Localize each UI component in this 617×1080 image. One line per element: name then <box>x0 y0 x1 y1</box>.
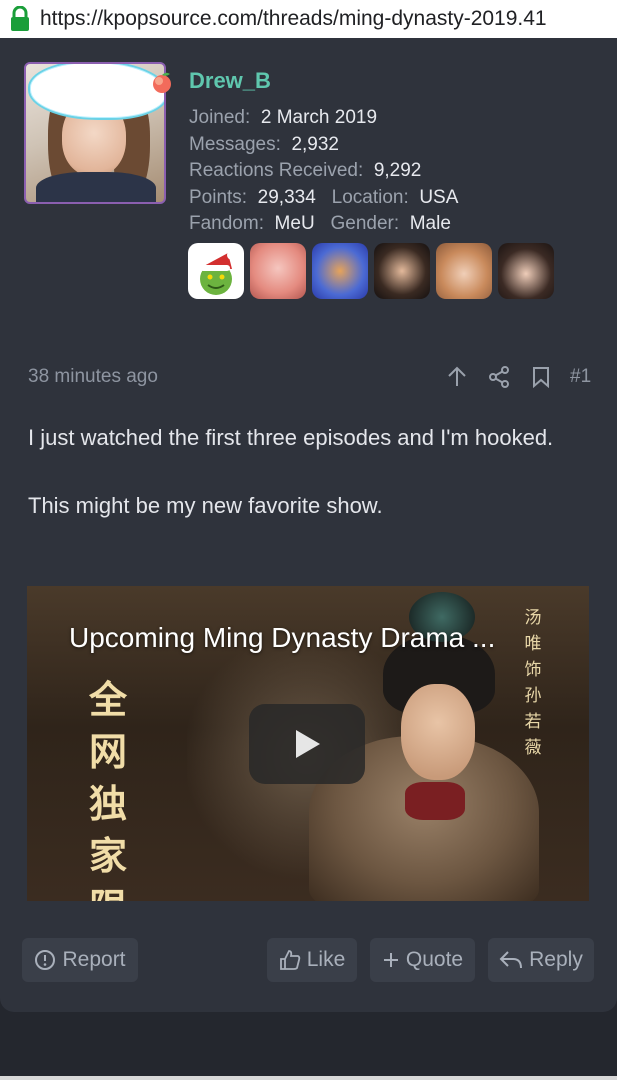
alert-circle-icon <box>35 950 56 970</box>
joined-value: 2 March 2019 <box>260 107 378 128</box>
report-button[interactable]: Report <box>22 938 138 982</box>
badge-member-4[interactable] <box>374 243 430 299</box>
video-embed[interactable]: 全 网 独 家 限 汤 唯 饰 孙 若 薇 Upcoming Ming Dyna… <box>27 586 589 901</box>
post-body: I just watched the first three episodes … <box>28 422 588 522</box>
plus-icon <box>383 953 398 967</box>
location-label: Location: <box>331 187 409 208</box>
play-icon <box>296 730 320 758</box>
reactions-value: 9,292 <box>373 160 422 181</box>
points-label: Points: <box>189 187 248 208</box>
gender-value: Male <box>409 213 451 234</box>
post-time[interactable]: 38 minutes ago <box>28 366 158 388</box>
url-text[interactable]: https://kpopsource.com/threads/ming-dyna… <box>40 7 610 31</box>
like-button[interactable]: Like <box>267 938 357 982</box>
reactions-row: Reactions Received: 9,292 <box>189 160 421 182</box>
username[interactable]: Drew_B <box>189 68 271 94</box>
post-paragraph-1: I just watched the first three episodes … <box>28 425 554 450</box>
post-meta-actions: #1 <box>436 362 591 392</box>
reply-arrow-icon <box>499 951 523 969</box>
video-right-caption: 汤 唯 饰 孙 若 薇 <box>520 606 546 760</box>
video-left-calligraphy: 全 网 独 家 限 <box>85 676 131 901</box>
reply-button[interactable]: Reply <box>488 938 594 982</box>
arrow-up-icon[interactable] <box>436 362 478 392</box>
next-post-edge <box>0 1076 617 1080</box>
fandom-label: Fandom: <box>189 213 264 234</box>
messages-label: Messages: <box>189 134 281 155</box>
reply-label: Reply <box>529 948 583 971</box>
video-char: 限 <box>85 884 131 901</box>
video-char: 薇 <box>524 738 542 758</box>
video-char: 全 <box>88 677 127 722</box>
fandom-row: Fandom: MeU Gender: Male <box>189 213 451 235</box>
badge-member-6[interactable] <box>498 243 554 299</box>
avatar-shirt <box>36 172 156 202</box>
share-icon[interactable] <box>478 362 520 392</box>
badge-member-5[interactable] <box>436 243 492 299</box>
lock-icon <box>0 6 40 32</box>
video-char: 汤 <box>524 608 542 628</box>
video-char: 家 <box>88 833 127 878</box>
video-face <box>401 684 475 780</box>
joined-label: Joined: <box>189 107 251 128</box>
quote-button[interactable]: Quote <box>370 938 475 982</box>
points-value: 29,334 <box>257 187 316 208</box>
video-char: 孙 <box>524 686 542 706</box>
post-number[interactable]: #1 <box>570 366 591 388</box>
badge-grinch[interactable] <box>188 243 244 299</box>
avatar-cloud-overlay <box>28 64 164 120</box>
page-gap <box>0 1012 617 1076</box>
video-red-garment <box>405 782 465 820</box>
badge-member-3[interactable] <box>312 243 368 299</box>
like-label: Like <box>306 948 346 971</box>
joined-row: Joined: 2 March 2019 <box>189 107 377 129</box>
points-row: Points: 29,334 Location: USA <box>189 187 458 209</box>
video-title[interactable]: Upcoming Ming Dynasty Drama ... <box>69 622 495 654</box>
location-value: USA <box>419 187 459 208</box>
url-fade <box>577 0 617 38</box>
report-label: Report <box>62 948 126 971</box>
video-char: 饰 <box>524 660 542 680</box>
messages-value: 2,932 <box>291 134 339 155</box>
badge-member-2[interactable] <box>250 243 306 299</box>
fandom-value: MeU <box>274 213 315 234</box>
video-char: 若 <box>524 712 542 732</box>
reaction-badges <box>188 243 554 299</box>
gender-label: Gender: <box>330 213 400 234</box>
video-char: 独 <box>88 781 127 826</box>
video-char: 唯 <box>524 634 542 654</box>
messages-row: Messages: 2,932 <box>189 134 339 156</box>
reactions-label: Reactions Received: <box>189 160 364 181</box>
peach-icon <box>153 72 171 93</box>
bookmark-icon[interactable] <box>520 362 562 392</box>
quote-label: Quote <box>405 948 464 971</box>
avatar[interactable] <box>24 62 166 204</box>
post-paragraph-2: This might be my new favorite show. <box>28 493 383 518</box>
thumbs-up-icon <box>279 950 300 970</box>
play-button[interactable] <box>249 704 365 784</box>
video-char: 网 <box>88 729 127 774</box>
browser-url-bar[interactable]: https://kpopsource.com/threads/ming-dyna… <box>0 0 617 39</box>
